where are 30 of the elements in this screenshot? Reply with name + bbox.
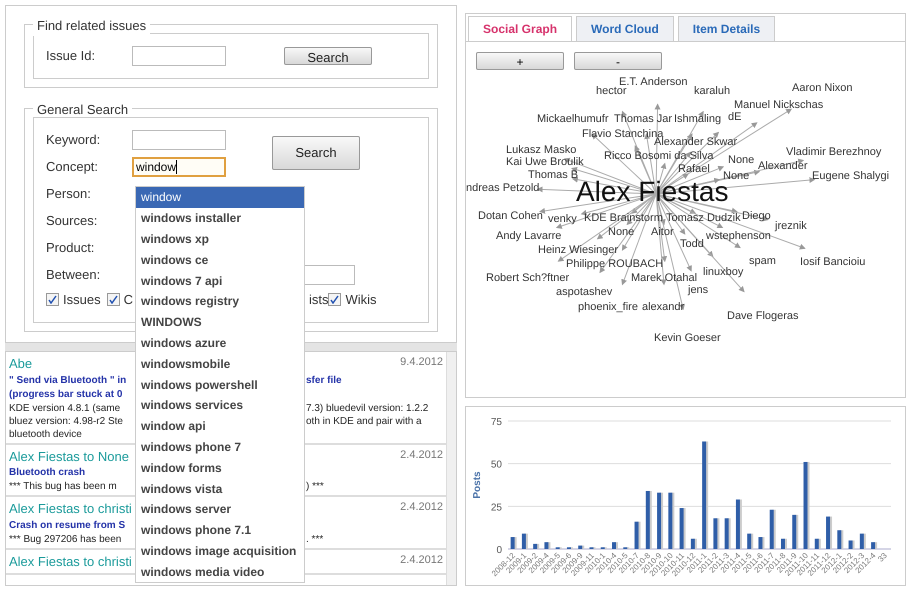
result-text: *** Bug 297206 has been xyxy=(9,532,122,546)
y-tick-label: 75 xyxy=(490,417,502,428)
y-axis-title: Posts xyxy=(472,471,483,499)
result-date: 2.4.2012 xyxy=(400,500,443,515)
field-label: Issue Id: xyxy=(46,47,96,66)
result-text: *** This bug has been m xyxy=(9,480,118,493)
result-date: 2.4.2012 xyxy=(400,448,443,462)
checkbox-label: Issues xyxy=(63,291,101,309)
result-text: bluez version: 4.98-r2 Ste xyxy=(9,414,124,428)
field-label: Product: xyxy=(46,238,96,257)
result-text: KDE version 4.8.1 (same xyxy=(9,402,122,414)
y-tick-label: 0 xyxy=(496,545,502,556)
checkbox-label: ists xyxy=(308,291,328,309)
result-text: ) *** xyxy=(306,480,324,493)
x-tick-label: 33 xyxy=(876,551,889,564)
result-text: bluetooth device xyxy=(9,428,83,440)
y-tick-label: 25 xyxy=(490,502,502,514)
result-text: oth in KDE and pair with a xyxy=(306,414,422,428)
result-date: 9.4.2012 xyxy=(400,355,443,370)
field-label: Concept: xyxy=(46,158,100,176)
y-tick-label: 50 xyxy=(490,460,502,471)
result-text: 7.3) bluedevil version: 1.2.2 xyxy=(306,402,428,414)
field-label: Between: xyxy=(46,266,102,284)
result-text: . *** xyxy=(306,532,324,546)
checkbox-label: C xyxy=(124,291,133,309)
field-label: Sources: xyxy=(46,212,98,230)
field-label: Keyword: xyxy=(46,130,102,149)
checkbox-label: Wikis xyxy=(345,291,377,309)
field-label: Person: xyxy=(46,184,92,203)
result-date: 2.4.2012 xyxy=(400,552,443,568)
